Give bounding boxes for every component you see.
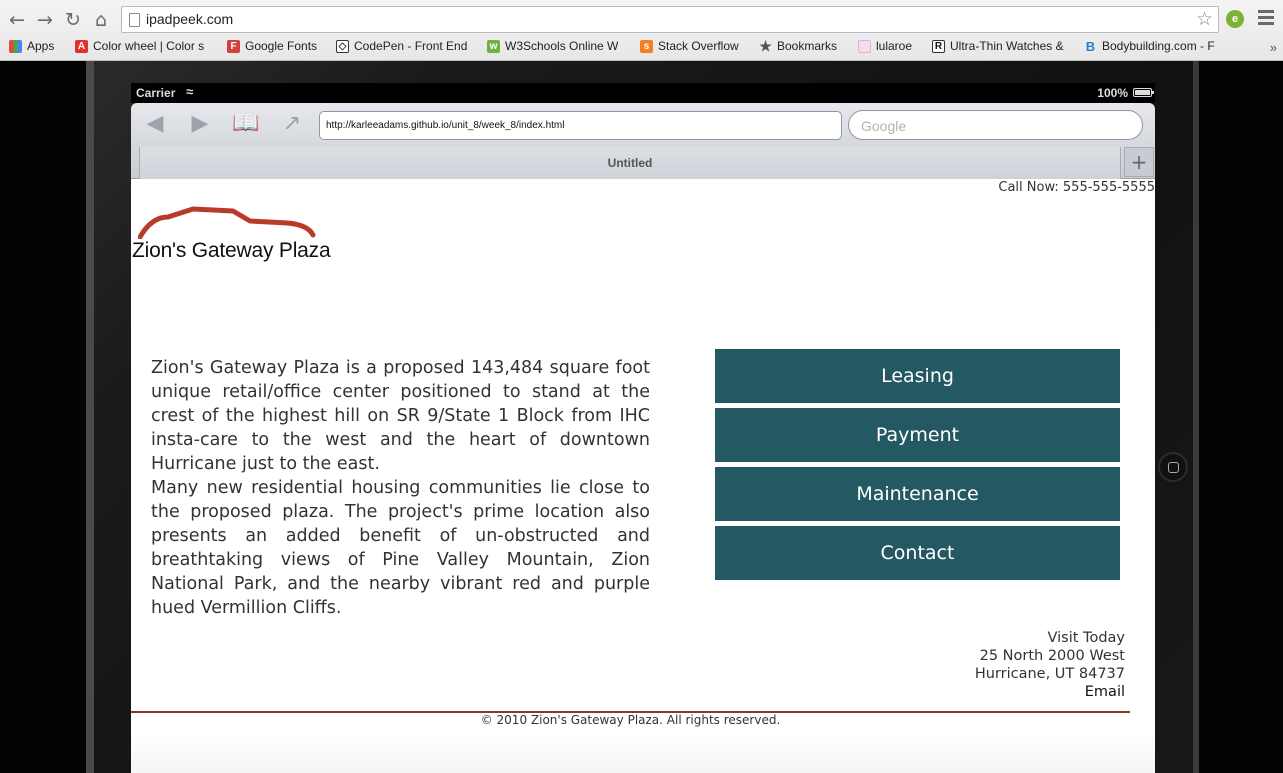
frame-edge-right <box>1193 61 1199 773</box>
bookmarks-bar: Apps A Color wheel | Color s F Google Fo… <box>0 37 1283 59</box>
w3schools-icon: w <box>487 39 500 53</box>
bookmark-ultra-thin-watches[interactable]: R Ultra-Thin Watches & <box>932 39 1068 53</box>
google-fonts-icon: F <box>227 39 240 53</box>
forward-arrow-icon[interactable]: → <box>33 8 57 32</box>
visit-today-heading: Visit Today <box>1047 630 1125 646</box>
back-arrow-icon[interactable]: ← <box>5 8 29 32</box>
maintenance-button[interactable]: Maintenance <box>715 467 1120 521</box>
home-icon[interactable]: ⌂ <box>89 8 113 32</box>
adobe-icon: A <box>75 39 88 53</box>
safari-share-icon[interactable]: ↗ <box>279 113 305 135</box>
ios-status-bar: Carrier ≈ 100% <box>131 83 1155 103</box>
watch-r-icon: R <box>932 39 945 53</box>
bookmark-w3schools[interactable]: w W3Schools Online W <box>487 39 623 53</box>
address-street: 25 North 2000 West <box>979 648 1125 664</box>
carrier-label: Carrier <box>136 86 176 100</box>
footer-copyright: © 2010 Zion's Gateway Plaza. All rights … <box>480 713 781 727</box>
bookmark-color-wheel[interactable]: A Color wheel | Color s <box>75 39 210 53</box>
intro-paragraph-1: Zion's Gateway Plaza is a proposed 143,4… <box>151 358 650 474</box>
bookmark-bodybuilding[interactable]: B Bodybuilding.com - F <box>1084 39 1219 53</box>
safari-forward-icon[interactable]: ▶ <box>187 113 213 135</box>
contact-info: Visit Today 25 North 2000 West Hurricane… <box>975 629 1125 701</box>
browser-toolbar: ← → ↻ ⌂ ipadpeek.com ☆ e Apps A Color wh… <box>0 0 1283 61</box>
bookmark-star-icon[interactable]: ☆ <box>1196 8 1213 30</box>
apps-grid-icon <box>9 39 22 53</box>
lularoe-icon <box>858 39 871 53</box>
address-city: Hurricane, UT 84737 <box>974 666 1125 682</box>
bookmark-google-fonts[interactable]: F Google Fonts <box>227 39 327 53</box>
payment-button[interactable]: Payment <box>715 408 1120 462</box>
bookmark-lularoe[interactable]: lularoe <box>858 39 923 53</box>
bookmark-apps[interactable]: Apps <box>9 39 64 53</box>
safari-new-tab-icon[interactable]: + <box>1124 147 1154 177</box>
bodybuilding-icon: B <box>1085 39 1096 53</box>
page-icon <box>129 13 140 27</box>
email-link[interactable]: Email <box>975 683 1125 701</box>
address-bar[interactable]: ipadpeek.com ☆ <box>121 6 1219 33</box>
site-logo[interactable]: Zion's Gateway Plaza <box>132 203 332 263</box>
safari-toolbar: ◀ ▶ 📖 ↗ http://karleeadams.github.io/uni… <box>131 103 1155 179</box>
web-page: Call Now: 555-555-5555 Zion's Gateway Pl… <box>131 179 1155 773</box>
star-icon: ★ <box>759 39 772 53</box>
wifi-icon: ≈ <box>186 84 194 99</box>
bookmarks-overflow-icon[interactable]: » <box>1270 40 1277 55</box>
call-now-text: Call Now: 555-555-5555 <box>998 180 1155 195</box>
safari-address-field[interactable]: http://karleeadams.github.io/unit_8/week… <box>319 111 842 140</box>
reload-icon[interactable]: ↻ <box>61 8 85 32</box>
codepen-icon: ◇ <box>336 39 349 53</box>
frame-edge-left <box>86 61 94 773</box>
bookmark-codepen[interactable]: ◇ CodePen - Front End <box>336 39 472 53</box>
logo-text: Zion's Gateway Plaza <box>132 239 331 262</box>
bookmark-stack-overflow[interactable]: s Stack Overflow <box>640 39 750 53</box>
safari-back-icon[interactable]: ◀ <box>142 113 168 135</box>
intro-text: Zion's Gateway Plaza is a proposed 143,4… <box>151 356 650 620</box>
contact-button[interactable]: Contact <box>715 526 1120 580</box>
page-bottom-area <box>131 735 1155 773</box>
main-menu: Leasing Payment Maintenance Contact <box>715 349 1120 585</box>
battery-icon <box>1133 88 1154 97</box>
intro-paragraph-2: Many new residential housing communities… <box>151 478 650 618</box>
battery-percent: 100% <box>1097 86 1128 100</box>
stackoverflow-icon: s <box>640 39 653 53</box>
bookmark-bookmarks[interactable]: ★ Bookmarks <box>759 39 849 53</box>
evernote-extension-icon[interactable]: e <box>1226 10 1244 28</box>
address-bar-url[interactable]: ipadpeek.com <box>146 11 233 27</box>
safari-bookmarks-icon[interactable]: 📖 <box>232 113 259 135</box>
chrome-menu-icon[interactable] <box>1258 10 1274 26</box>
ipad-home-button[interactable] <box>1158 452 1188 482</box>
leasing-button[interactable]: Leasing <box>715 349 1120 403</box>
safari-tab-title[interactable]: Untitled <box>139 147 1121 179</box>
logo-mountain-swoosh-icon <box>138 206 316 239</box>
safari-search-field[interactable]: Google <box>848 110 1143 140</box>
